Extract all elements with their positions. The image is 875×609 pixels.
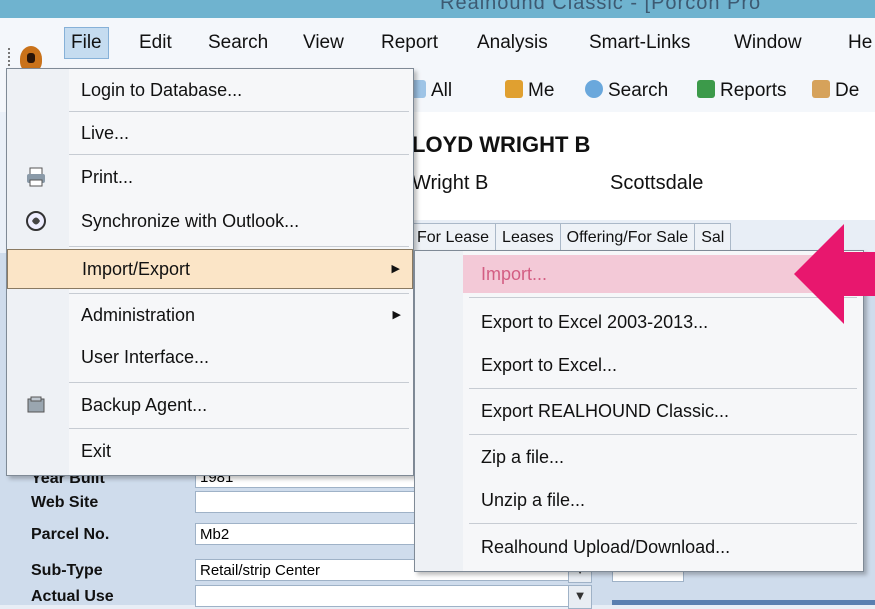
lower-panel [612,600,875,605]
submenu-arrow-icon: ▶ [391,263,400,275]
house-icon [812,80,830,98]
menu-help[interactable]: He [848,32,872,54]
menu-separator [69,154,409,155]
menu-separator [469,434,857,435]
toolbar-all[interactable]: All [408,80,452,102]
toolbar-search[interactable]: Search [585,80,668,102]
menu-item-user-interface[interactable]: User Interface... [7,338,413,376]
file-menu: Login to Database... Live... Print... Sy… [6,68,414,476]
menu-item-live[interactable]: Live... [7,114,413,152]
magnifier-icon [585,80,603,98]
field-parcel[interactable]: Mb2 [195,523,415,545]
menu-separator [69,428,409,429]
menu-separator [69,293,409,294]
menu-item-upload-download[interactable]: Realhound Upload/Download... [463,528,863,566]
property-city: Scottsdale [610,172,704,194]
record-tabs: For Lease Leases Offering/For Sale Sal [410,223,732,253]
printer-icon [27,167,45,187]
menu-separator [69,246,409,247]
tab-for-lease[interactable]: For Lease [410,223,497,253]
menu-edit[interactable]: Edit [139,32,172,54]
menu-separator [469,523,857,524]
menu-bar: File Edit Search View Report Analysis Sm… [0,18,875,74]
menu-item-unzip[interactable]: Unzip a file... [463,481,863,519]
menu-view[interactable]: View [303,32,344,54]
menu-item-print[interactable]: Print... [7,158,413,196]
person-icon [505,80,523,98]
menu-file[interactable]: File [64,27,109,59]
submenu-gutter [415,251,463,571]
menu-item-login[interactable]: Login to Database... [7,71,413,109]
menu-report[interactable]: Report [381,32,438,54]
menu-item-exit[interactable]: Exit [7,432,413,470]
submenu-arrow-icon: ▶ [392,309,401,321]
tab-sales[interactable]: Sal [694,223,732,253]
menu-item-import-export[interactable]: Import/Export ▶ [7,249,413,289]
tab-offering[interactable]: Offering/For Sale [559,223,696,253]
property-name: LOYD WRIGHT B [412,132,591,157]
toolbar-reports[interactable]: Reports [697,80,787,102]
menu-item-backup-agent[interactable]: Backup Agent... [7,386,413,424]
toolbar-me[interactable]: Me [505,80,554,102]
menu-separator [69,382,409,383]
tab-leases[interactable]: Leases [495,223,561,253]
title-bar: Realhound Classic - [Porcon Pro [0,0,875,18]
annotation-arrow-icon [794,224,875,324]
actual-use-dropdown-icon[interactable]: ▼ [568,585,592,609]
menu-item-zip[interactable]: Zip a file... [463,438,863,476]
field-actual-use[interactable] [195,585,570,607]
menu-item-administration[interactable]: Administration ▶ [7,296,413,334]
menu-separator [69,111,409,112]
field-web-site[interactable] [195,491,415,513]
menu-separator [469,388,857,389]
window-title: Realhound Classic - [Porcon Pro [440,0,762,14]
toolbar-demo[interactable]: De [812,80,859,102]
grip-icon [8,48,14,70]
menu-analysis[interactable]: Analysis [477,32,548,54]
field-label-parcel: Parcel No. [31,526,110,543]
property-owner: Wright B [412,172,489,194]
menu-search[interactable]: Search [208,32,268,54]
field-label-sub-type: Sub-Type [31,562,103,579]
menu-window[interactable]: Window [734,32,802,54]
chart-icon [697,80,715,98]
menu-smart-links[interactable]: Smart-Links [589,32,690,54]
backup-icon [27,396,45,413]
outlook-icon [26,211,46,231]
menu-item-export-excel[interactable]: Export to Excel... [463,346,863,384]
field-label-web-site: Web Site [31,494,99,511]
field-label-actual-use: Actual Use [31,588,114,605]
menu-item-sync-outlook[interactable]: Synchronize with Outlook... [7,202,413,240]
menu-item-export-realhound[interactable]: Export REALHOUND Classic... [463,392,863,430]
